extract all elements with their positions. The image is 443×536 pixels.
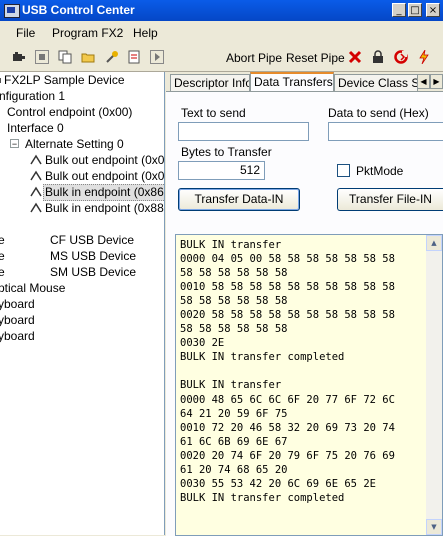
tab-scroll-left-icon[interactable]: ◀ xyxy=(417,74,430,89)
tools-icon[interactable] xyxy=(105,50,119,64)
tab-device-class[interactable]: Device Class Sel xyxy=(334,74,418,91)
text-to-send-input[interactable] xyxy=(178,122,309,141)
options-icon[interactable] xyxy=(127,50,141,64)
title-bar: USB Control Center _ □ × xyxy=(0,0,443,21)
transfer-data-in-button[interactable]: Transfer Data-IN xyxy=(178,188,300,211)
tree-item-fragment: e xyxy=(0,265,5,280)
abort-pipe-button[interactable]: Abort Pipe xyxy=(226,51,282,65)
collapse-expander[interactable]: − xyxy=(10,139,19,149)
pktmode-label: PktMode xyxy=(356,164,404,178)
lightning-icon[interactable] xyxy=(417,49,431,65)
reset-pipe-button[interactable]: Reset Pipe xyxy=(286,51,345,65)
window-title: USB Control Center xyxy=(22,3,135,17)
scroll-up-icon[interactable]: ▲ xyxy=(426,235,442,251)
tree-item-configuration[interactable]: nfiguration 1 xyxy=(0,89,65,104)
endpoint-icon xyxy=(30,186,42,197)
tree-item-fragment: e xyxy=(0,249,5,264)
tree-item-cf-usb[interactable]: CF USB Device xyxy=(50,233,134,248)
tree-item-keyboard[interactable]: yboard xyxy=(0,329,35,344)
usb-device-icon[interactable] xyxy=(12,50,26,64)
data-to-send-input[interactable] xyxy=(328,122,443,141)
menu-help[interactable]: Help xyxy=(133,26,158,40)
scroll-down-icon[interactable]: ▼ xyxy=(426,519,442,535)
text-to-send-label: Text to send xyxy=(181,106,246,120)
tree-item-fragment: e xyxy=(0,233,5,248)
tree-item-device[interactable]: FX2LP Sample Device xyxy=(0,73,125,88)
tree-item-bulk-out-02[interactable]: Bulk out endpoint (0x02) xyxy=(45,153,164,168)
close-button[interactable]: × xyxy=(426,3,440,17)
bytes-to-transfer-label: Bytes to Transfer xyxy=(181,145,272,159)
tree-item-bulk-in-86[interactable]: Bulk in endpoint (0x86) xyxy=(43,184,164,201)
tree-item-control-endpoint[interactable]: Control endpoint (0x00) xyxy=(7,105,132,120)
tree-item-keyboard[interactable]: yboard xyxy=(0,297,35,312)
app-icon xyxy=(4,4,20,18)
tree-item-keyboard[interactable]: yboard xyxy=(0,313,35,328)
transfer-output-log[interactable]: BULK IN transfer 0000 04 05 00 58 58 58 … xyxy=(175,234,443,536)
lock-icon[interactable] xyxy=(371,50,385,64)
bytes-to-transfer-input[interactable]: 512 xyxy=(178,161,265,180)
tree-item-sm-usb[interactable]: SM USB Device xyxy=(50,265,136,280)
stop-icon[interactable] xyxy=(35,50,49,64)
tab-data-transfers[interactable]: Data Transfers xyxy=(250,72,334,92)
tree-item-alternate-setting[interactable]: Alternate Setting 0 xyxy=(25,137,124,152)
reset-icon[interactable] xyxy=(394,50,408,64)
tree-item-ms-usb[interactable]: MS USB Device xyxy=(50,249,136,264)
data-to-send-label: Data to send (Hex) xyxy=(328,106,429,120)
menu-file[interactable]: File xyxy=(16,26,35,40)
endpoint-icon xyxy=(30,170,42,181)
output-text: BULK IN transfer 0000 04 05 00 58 58 58 … xyxy=(180,239,395,504)
output-scrollbar[interactable]: ▲ ▼ xyxy=(426,235,442,535)
copy-icon[interactable] xyxy=(58,50,72,64)
endpoint-icon xyxy=(30,154,42,165)
delete-x-icon[interactable] xyxy=(348,50,362,64)
transfer-file-in-button[interactable]: Transfer File-IN xyxy=(337,188,443,211)
data-transfers-panel: Text to send Data to send (Hex) Bytes to… xyxy=(166,91,443,536)
open-folder-icon[interactable] xyxy=(81,50,95,64)
maximize-button[interactable]: □ xyxy=(408,3,422,17)
right-pane: Descriptor Info Data Transfers Device Cl… xyxy=(166,72,443,536)
menu-program-fx2[interactable]: Program FX2 xyxy=(52,26,123,40)
menu-bar: File Program FX2 Help xyxy=(0,21,443,44)
endpoint-icon xyxy=(30,202,42,213)
play-icon[interactable] xyxy=(150,50,164,64)
tree-item-optical-mouse[interactable]: ptical Mouse xyxy=(0,281,65,296)
pktmode-checkbox[interactable] xyxy=(337,164,350,177)
tree-item-bulk-in-88[interactable]: Bulk in endpoint (0x88) xyxy=(45,201,164,216)
toolbar: Abort Pipe Reset Pipe xyxy=(0,44,443,72)
device-tree[interactable]: FX2LP Sample Device nfiguration 1 Contro… xyxy=(0,72,165,535)
tree-item-interface[interactable]: Interface 0 xyxy=(7,121,64,136)
tree-item-bulk-out-04[interactable]: Bulk out endpoint (0x04) xyxy=(45,169,164,184)
tab-strip: Descriptor Info Data Transfers Device Cl… xyxy=(166,72,443,92)
minimize-button[interactable]: _ xyxy=(392,3,406,17)
tab-descriptor-info[interactable]: Descriptor Info xyxy=(170,74,250,91)
tab-scroll-right-icon[interactable]: ▶ xyxy=(430,74,443,89)
